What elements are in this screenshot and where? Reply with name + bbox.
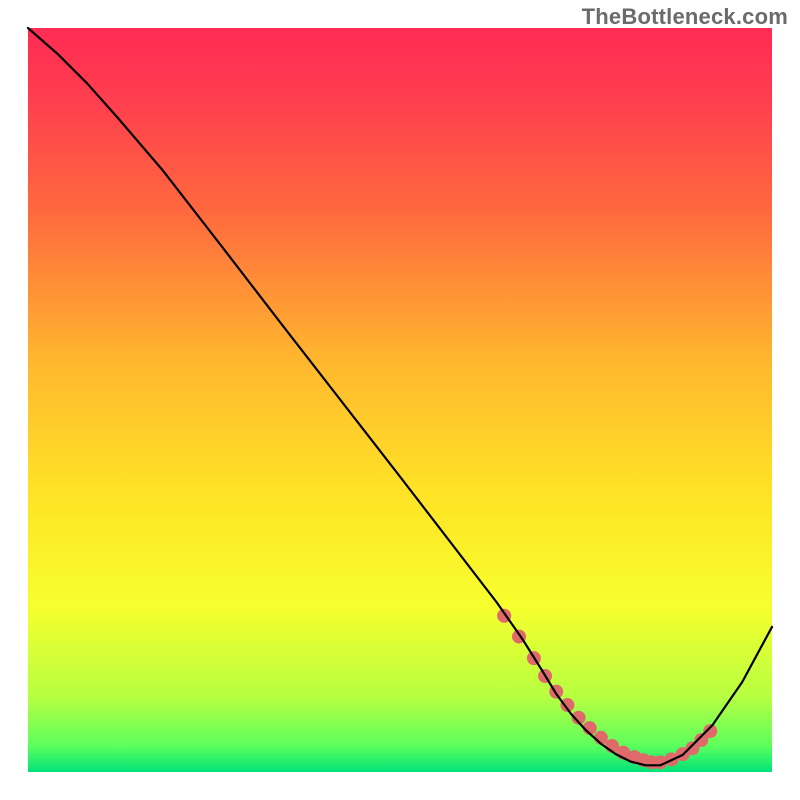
chart-container: TheBottleneck.com: [0, 0, 800, 800]
bottleneck-chart: [0, 0, 800, 800]
plot-background: [28, 28, 772, 772]
watermark-text: TheBottleneck.com: [582, 4, 788, 30]
